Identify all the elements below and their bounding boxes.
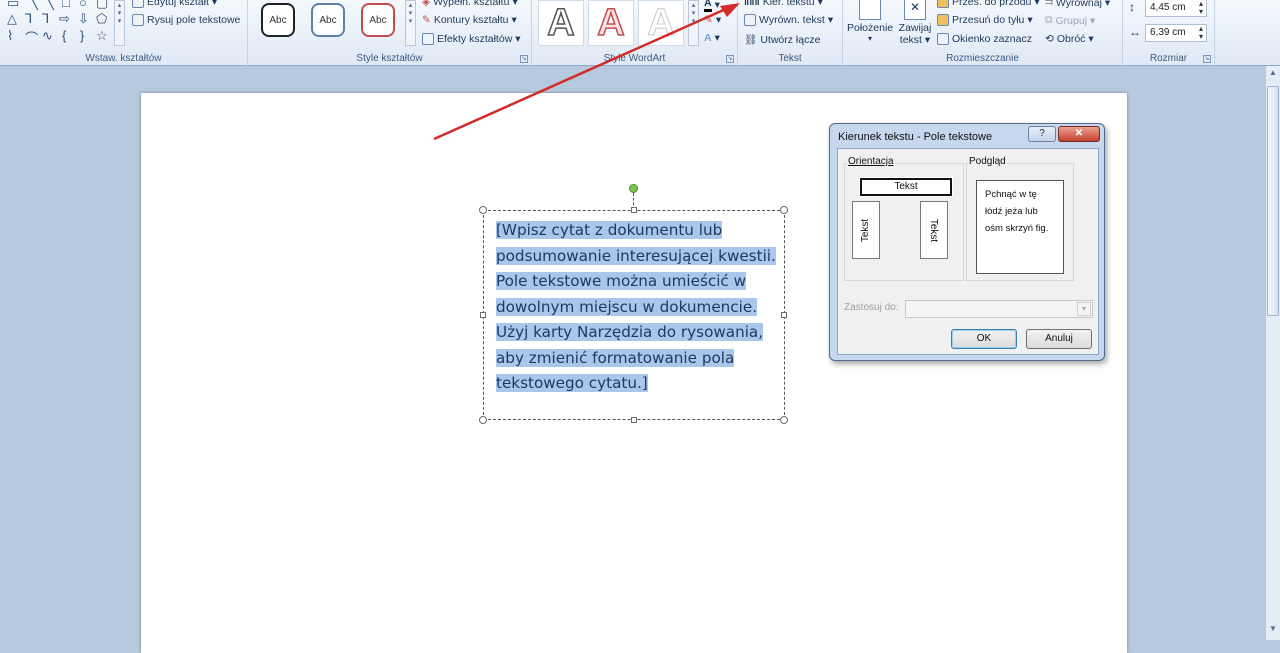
ok-button[interactable]: OK <box>951 329 1017 349</box>
preview-label: Podgląd <box>968 156 1007 167</box>
chevron-down-icon[interactable]: ▼ <box>1077 302 1091 316</box>
orientation-horizontal-option[interactable]: Tekst <box>859 177 953 197</box>
arrowhead-icon <box>720 3 740 17</box>
help-button[interactable]: ? <box>1028 126 1056 142</box>
dialog-body: Orientacja Tekst Tekst Tekst Podgląd Pch… <box>837 148 1099 355</box>
orientation-vertical-up-option[interactable]: Tekst <box>852 201 880 259</box>
arrow-shaft <box>433 6 729 141</box>
orientation-vertical-down-option[interactable]: Tekst <box>920 201 948 259</box>
text-direction-dialog: Kierunek tekstu - Pole tekstowe ? ✕ Orie… <box>829 123 1105 361</box>
orientation-label: Orientacja <box>847 156 895 167</box>
close-button[interactable]: ✕ <box>1058 126 1100 142</box>
dialog-title: Kierunek tekstu - Pole tekstowe <box>838 131 993 143</box>
apply-to-select[interactable]: ▼ <box>905 300 1093 318</box>
apply-to-label: Zastosuj do: <box>844 302 899 313</box>
preview-box: Pchnąć w tę łódź jeża lub ośm skrzyń fig… <box>976 180 1064 274</box>
cancel-button[interactable]: Anuluj <box>1026 329 1092 349</box>
